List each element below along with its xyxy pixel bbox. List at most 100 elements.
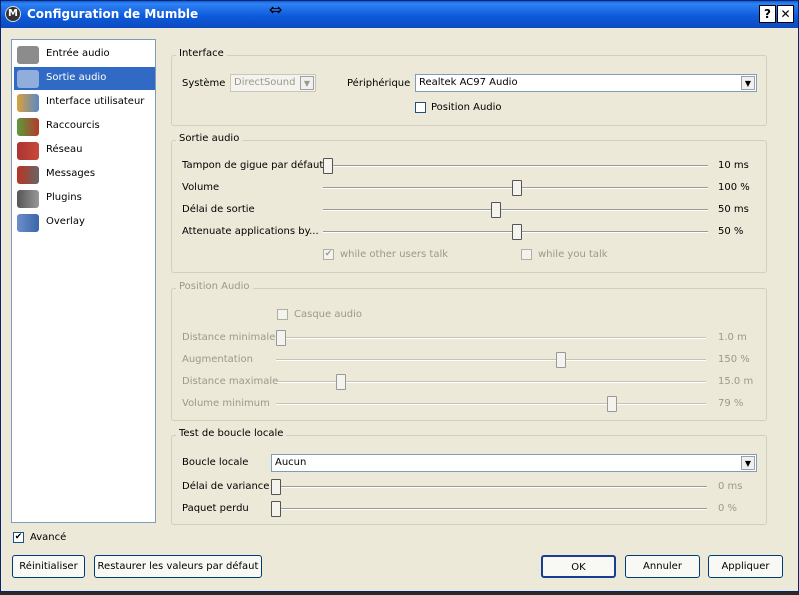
sidebar-item-audio-output[interactable]: Sortie audio xyxy=(14,67,155,90)
sidebar-item-label: Entrée audio xyxy=(46,48,110,59)
min-distance-slider[interactable] xyxy=(276,330,286,346)
interface-group: Interface Système DirectSound ▼ Périphér… xyxy=(171,48,767,126)
cancel-button[interactable]: Annuler xyxy=(625,555,700,578)
network-icon xyxy=(17,142,39,160)
min-volume-label: Volume minimum xyxy=(182,398,270,409)
device-select-value: Realtek AC97 Audio xyxy=(419,77,518,88)
bloom-value: 150 % xyxy=(718,354,750,365)
overlay-icon xyxy=(17,214,39,232)
shortcuts-icon xyxy=(17,118,39,136)
messages-icon xyxy=(17,166,39,184)
jitter-slider-track xyxy=(323,165,708,167)
volume-label: Volume xyxy=(182,182,220,193)
output-delay-value: 50 ms xyxy=(718,204,749,215)
config-window: M Configuration de Mumble ⇔ ? ✕ Entrée a… xyxy=(0,0,799,592)
microphone-icon xyxy=(17,46,39,64)
bloom-slider[interactable] xyxy=(556,352,566,368)
min-volume-slider[interactable] xyxy=(607,396,617,412)
help-button[interactable]: ? xyxy=(759,5,776,23)
min-distance-label: Distance minimale xyxy=(182,332,276,343)
position-audio-checkbox[interactable] xyxy=(415,102,426,113)
output-delay-slider-track xyxy=(323,209,708,211)
volume-slider[interactable] xyxy=(512,180,522,196)
sidebar-item-label: Raccourcis xyxy=(46,120,100,131)
output-delay-slider[interactable] xyxy=(491,202,501,218)
output-delay-label: Délai de sortie xyxy=(182,204,255,215)
advanced-checkbox[interactable]: ✔ xyxy=(13,532,24,543)
while-you-talk-checkbox[interactable] xyxy=(521,249,532,260)
sidebar-item-label: Sortie audio xyxy=(46,72,107,83)
system-label: Système xyxy=(182,78,226,89)
sidebar-item-overlay[interactable]: Overlay xyxy=(14,211,155,234)
packet-loss-slider[interactable] xyxy=(271,501,281,517)
sidebar-item-label: Plugins xyxy=(46,192,82,203)
loopback-legend: Test de boucle locale xyxy=(176,428,287,439)
bloom-label: Augmentation xyxy=(182,354,253,365)
attenuate-label: Attenuate applications by... xyxy=(182,226,319,237)
max-distance-label: Distance maximale xyxy=(182,376,279,387)
packet-loss-slider-track xyxy=(271,508,707,510)
resize-cursor-icon: ⇔ xyxy=(269,0,283,19)
max-distance-slider[interactable] xyxy=(336,374,346,390)
packet-loss-value: 0 % xyxy=(718,503,738,514)
min-volume-value: 79 % xyxy=(718,398,744,409)
restore-defaults-button[interactable]: Restaurer les valeurs par défaut xyxy=(94,555,262,578)
chevron-down-icon: ▼ xyxy=(300,76,314,90)
chevron-down-icon: ▼ xyxy=(741,76,755,90)
close-button[interactable]: ✕ xyxy=(777,5,794,23)
attenuate-slider[interactable] xyxy=(512,224,522,240)
sidebar-item-network[interactable]: Réseau xyxy=(14,139,155,162)
sidebar-item-plugins[interactable]: Plugins xyxy=(14,187,155,210)
device-select[interactable]: Realtek AC97 Audio ▼ xyxy=(415,74,757,92)
system-select[interactable]: DirectSound ▼ xyxy=(230,74,316,92)
while-others-talk-checkbox[interactable]: ✔ xyxy=(323,249,334,260)
audio-output-group: Sortie audio Tampon de gigue par défaut … xyxy=(171,133,767,273)
loopback-mode-label: Boucle locale xyxy=(182,457,249,468)
apply-button[interactable]: Appliquer xyxy=(708,555,783,578)
sidebar-item-audio-input[interactable]: Entrée audio xyxy=(14,43,155,66)
headphones-checkbox[interactable] xyxy=(277,309,288,320)
min-distance-slider-track xyxy=(276,337,706,339)
headphones-label: Casque audio xyxy=(294,309,363,320)
loopback-mode-select[interactable]: Aucun ▼ xyxy=(271,454,757,472)
sidebar-item-user-interface[interactable]: Interface utilisateur xyxy=(14,91,155,114)
loopback-group: Test de boucle locale Boucle locale Aucu… xyxy=(171,428,767,525)
while-others-talk-label: while other users talk xyxy=(340,249,449,260)
positional-audio-group: Position Audio Casque audio Distance min… xyxy=(171,281,767,421)
interface-legend: Interface xyxy=(176,48,227,59)
sidebar-item-shortcuts[interactable]: Raccourcis xyxy=(14,115,155,138)
while-you-talk-label: while you talk xyxy=(538,249,608,260)
window-title: Configuration de Mumble xyxy=(27,7,199,21)
min-distance-value: 1.0 m xyxy=(718,332,747,343)
bloom-slider-track xyxy=(276,359,706,361)
audio-output-legend: Sortie audio xyxy=(176,133,243,144)
jitter-label: Tampon de gigue par défaut xyxy=(182,160,324,171)
title-bar[interactable]: M Configuration de Mumble ⇔ ? ✕ xyxy=(1,0,798,28)
min-volume-slider-track xyxy=(276,403,706,405)
settings-sidebar: Entrée audio Sortie audio Interface util… xyxy=(11,39,156,523)
variance-slider[interactable] xyxy=(271,479,281,495)
sidebar-item-label: Messages xyxy=(46,168,96,179)
variance-slider-track xyxy=(271,486,707,488)
variance-label: Délai de variance xyxy=(182,481,270,492)
variance-value: 0 ms xyxy=(718,481,743,492)
mumble-logo-icon: M xyxy=(5,6,21,22)
jitter-slider[interactable] xyxy=(323,158,333,174)
jitter-value: 10 ms xyxy=(718,160,749,171)
sidebar-item-label: Réseau xyxy=(46,144,83,155)
position-audio-label: Position Audio xyxy=(431,102,502,113)
attenuate-value: 50 % xyxy=(718,226,744,237)
advanced-label: Avancé xyxy=(30,532,67,543)
device-label: Périphérique xyxy=(347,78,411,89)
packet-loss-label: Paquet perdu xyxy=(182,503,249,514)
interface-icon xyxy=(17,94,39,112)
ok-button[interactable]: OK xyxy=(541,555,616,578)
system-select-value: DirectSound xyxy=(234,77,296,88)
sidebar-item-messages[interactable]: Messages xyxy=(14,163,155,186)
max-distance-value: 15.0 m xyxy=(718,376,754,387)
sidebar-item-label: Overlay xyxy=(46,216,85,227)
loopback-mode-value: Aucun xyxy=(275,457,307,468)
plugins-icon xyxy=(17,190,39,208)
reset-button[interactable]: Réinitialiser xyxy=(12,555,85,578)
positional-audio-legend: Position Audio xyxy=(176,281,253,292)
